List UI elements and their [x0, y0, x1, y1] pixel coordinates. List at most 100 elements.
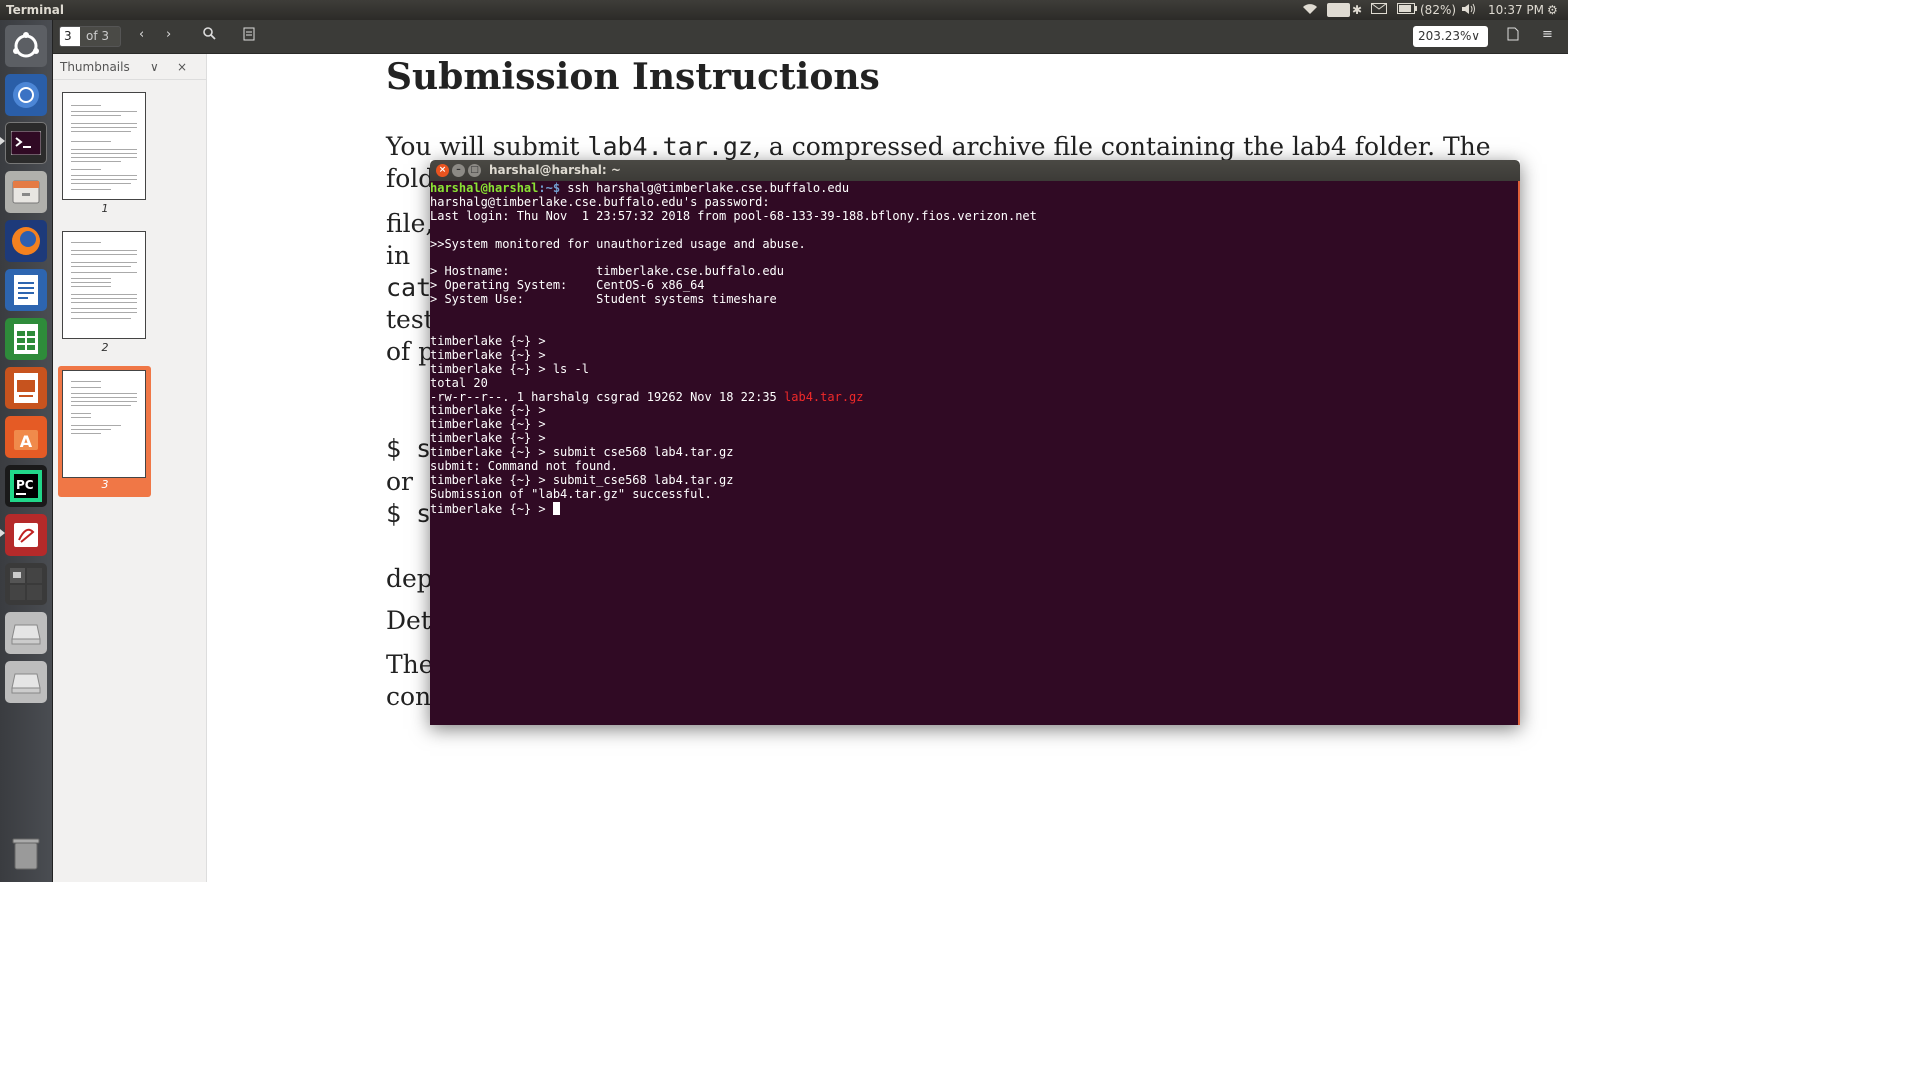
- page-count: of 3: [86, 29, 110, 43]
- clock[interactable]: 10:37 PM: [1488, 3, 1544, 17]
- doc-line-9: or: [386, 467, 414, 496]
- terminal-line: timberlake {~} >: [430, 431, 546, 446]
- terminal-line: > System Use: Student systems timeshare: [430, 292, 777, 307]
- battery-icon[interactable]: [1397, 3, 1417, 17]
- thumbnail-label-1: 1: [101, 202, 109, 215]
- terminal-output-block: timberlake {~} > timberlake {~} > timberla…: [430, 404, 1518, 501]
- keyboard-layout-indicator[interactable]: En: [1327, 3, 1350, 17]
- terminal-output[interactable]: harshal@harshal:~$ ssh harshalg@timberla…: [430, 181, 1520, 725]
- chromium-browser-icon[interactable]: [5, 74, 47, 116]
- terminal-line: timberlake {~} >: [430, 417, 546, 432]
- terminal-line: timberlake {~} >: [430, 347, 546, 362]
- doc-line-1: You will submit lab4.tar.gz, a compresse…: [386, 132, 1491, 161]
- terminal-line: timberlake {~} > submit cse568 lab4.tar.…: [430, 445, 734, 460]
- trash-icon[interactable]: [5, 833, 47, 875]
- terminal-line: total 20: [430, 375, 488, 390]
- terminal-line: harshal@harshal:~$ ssh harshalg@timberla…: [430, 181, 1518, 196]
- volume-icon[interactable]: [1461, 3, 1477, 17]
- page-thumbnail-2[interactable]: [62, 231, 146, 339]
- terminal-line: timberlake {~} >: [430, 501, 1518, 517]
- page-number-input[interactable]: 3: [60, 27, 80, 46]
- doc-line-4: in: [386, 241, 411, 270]
- terminal-line: Submission of "lab4.tar.gz" successful.: [430, 486, 712, 501]
- libreoffice-calc-icon[interactable]: [5, 318, 47, 360]
- doc-line-2: fold: [386, 164, 435, 193]
- svg-text:PC: PC: [16, 478, 34, 492]
- terminal-titlebar[interactable]: × – □ harshal@harshal: ~: [430, 160, 1520, 181]
- gear-icon[interactable]: ⚙: [1547, 3, 1558, 17]
- drive-icon-2[interactable]: [5, 661, 47, 703]
- page-thumbnail-1[interactable]: [62, 92, 146, 200]
- thumbnail-label-2: 2: [101, 341, 109, 354]
- top-panel: Terminal En ✱ (82%) 10:37 PM ⚙: [0, 0, 1568, 20]
- text-cursor: [552, 501, 560, 515]
- zoom-select[interactable]: 203.23% ∨: [1413, 26, 1488, 47]
- page-thumbnail-3[interactable]: [62, 370, 146, 478]
- doc-line-10: $ s: [386, 499, 432, 528]
- libreoffice-impress-icon[interactable]: [5, 367, 47, 409]
- wifi-icon[interactable]: [1302, 3, 1318, 17]
- document-properties-icon[interactable]: [1507, 27, 1519, 45]
- terminal-line: submit: Command not found.: [430, 459, 618, 474]
- command-text: ssh harshalg@timberlake.cse.buffalo.edu: [560, 181, 850, 195]
- doc-line-8: $ s: [386, 434, 432, 463]
- doc-code: lab4.tar.gz: [587, 132, 753, 161]
- firefox-icon[interactable]: [5, 220, 47, 262]
- doc-text: You will submit: [386, 132, 588, 161]
- terminal-line: > Operating System: CentOS-6 x86_64: [430, 278, 705, 293]
- doc-line-7: of p: [386, 337, 435, 366]
- active-app-name: Terminal: [6, 3, 65, 17]
- search-icon[interactable]: [203, 27, 216, 44]
- viewer-toolbar: 3 of 3 ‹ › 203.23% ∨ ≡: [53, 20, 1568, 54]
- terminal-line: timberlake {~} > ls -l: [430, 361, 589, 376]
- close-icon[interactable]: ×: [436, 164, 449, 177]
- mail-icon[interactable]: [1371, 3, 1387, 17]
- terminal-line: > Hostname: timberlake.cse.buffalo.edu: [430, 264, 785, 279]
- thumbnail-label-3: 3: [101, 478, 109, 491]
- next-page-icon[interactable]: ›: [166, 27, 171, 42]
- chevron-down-icon: ∨: [1471, 29, 1480, 43]
- terminal-line: timberlake {~} > submit_cse568 lab4.tar.…: [430, 472, 734, 487]
- pycharm-icon[interactable]: PC: [5, 465, 47, 507]
- terminal-window[interactable]: × – □ harshal@harshal: ~ harshal@harshal…: [430, 160, 1520, 725]
- terminal-icon[interactable]: [5, 122, 47, 164]
- launcher: A PC: [0, 20, 53, 882]
- terminal-line: Last login: Thu Nov 1 23:57:32 2018 from…: [430, 208, 1037, 223]
- battery-percent[interactable]: (82%): [1420, 3, 1456, 17]
- workspace-switcher-icon[interactable]: [5, 563, 47, 605]
- close-icon[interactable]: ×: [177, 54, 187, 80]
- software-center-icon[interactable]: A: [5, 416, 47, 458]
- drive-icon[interactable]: [5, 612, 47, 654]
- libreoffice-writer-icon[interactable]: [5, 269, 47, 311]
- terminal-line: >>System monitored for unauthorized usag…: [430, 236, 806, 251]
- prompt-user: harshal@harshal: [430, 181, 539, 195]
- last-prompt: timberlake {~} >: [430, 501, 553, 516]
- document-viewer-icon[interactable]: [5, 514, 47, 556]
- files-icon[interactable]: [5, 171, 47, 213]
- dash-home-icon[interactable]: [5, 25, 47, 67]
- doc-line-3: file,: [386, 209, 434, 238]
- terminal-line: timberlake {~} >: [430, 333, 546, 348]
- menu-icon[interactable]: ≡: [1542, 27, 1553, 42]
- terminal-line: harshalg@timberlake.cse.buffalo.edu's pa…: [430, 194, 770, 209]
- sidebar-header[interactable]: Thumbnails ∨ ×: [53, 54, 206, 80]
- doc-line-5: cat: [386, 273, 432, 302]
- doc-text: , a compressed archive file containing t…: [752, 132, 1491, 161]
- ls-line-text: -rw-r--r--. 1 harshalg csgrad 19262 Nov …: [430, 389, 785, 404]
- doc-line-6: test: [386, 305, 434, 334]
- sidebar-title: Thumbnails: [60, 60, 130, 74]
- annotations-icon[interactable]: [243, 27, 255, 45]
- chevron-down-icon[interactable]: ∨: [150, 54, 159, 80]
- page-selector[interactable]: 3 of 3: [59, 26, 121, 47]
- previous-page-icon[interactable]: ‹: [139, 27, 144, 42]
- maximize-icon[interactable]: □: [468, 164, 481, 177]
- selected-thumbnail-highlight[interactable]: 3: [58, 366, 151, 497]
- terminal-output-block: harshalg@timberlake.cse.buffalo.edu's pa…: [430, 194, 1518, 391]
- svg-text:A: A: [20, 432, 33, 451]
- minimize-icon[interactable]: –: [452, 164, 465, 177]
- bluetooth-icon[interactable]: ✱: [1352, 3, 1362, 17]
